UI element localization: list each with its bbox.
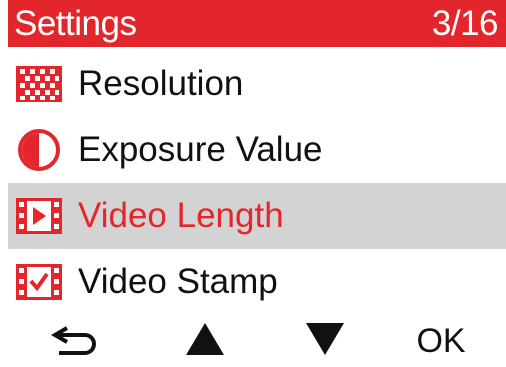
menu-item-video-stamp[interactable]: Video Stamp xyxy=(8,249,506,315)
menu-item-label: Video Stamp xyxy=(78,262,278,301)
ok-button[interactable]: OK xyxy=(404,316,478,367)
menu-item-label: Video Length xyxy=(78,196,284,235)
back-button[interactable] xyxy=(44,316,108,367)
resolution-icon xyxy=(16,64,62,104)
up-triangle-icon xyxy=(186,323,224,360)
menu-item-label: Exposure Value xyxy=(78,130,323,169)
up-button[interactable] xyxy=(180,316,230,367)
menu-item-exposure-value[interactable]: Exposure Value xyxy=(8,117,506,183)
exposure-icon xyxy=(16,129,62,171)
back-arrow-icon xyxy=(51,322,101,361)
page-indicator: 3/16 xyxy=(431,3,499,43)
video-stamp-icon xyxy=(16,262,62,302)
menu-item-video-length[interactable]: Video Length xyxy=(8,183,506,249)
menu-item-resolution[interactable]: Resolution xyxy=(8,51,506,117)
settings-menu: Resolution Exposure Value Video Length V… xyxy=(8,51,506,315)
down-button[interactable] xyxy=(300,316,350,367)
header-bar: Settings 3/16 xyxy=(8,0,506,47)
down-triangle-icon xyxy=(306,323,344,360)
footer-controls: OK xyxy=(0,316,506,367)
menu-item-label: Resolution xyxy=(78,64,244,103)
page-title: Settings xyxy=(14,3,137,43)
video-length-icon xyxy=(16,196,62,236)
